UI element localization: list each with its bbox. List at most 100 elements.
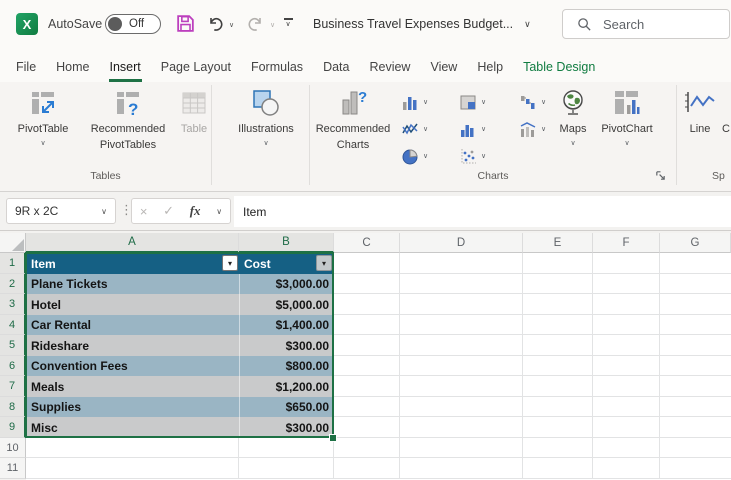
- pivotchart-button[interactable]: PivotChart ∨: [596, 86, 658, 147]
- histogram-chart-chevron-icon[interactable]: ∨: [481, 125, 486, 133]
- tab-home[interactable]: Home: [46, 48, 99, 82]
- insert-column-chart-button[interactable]: ∨: [402, 91, 428, 113]
- undo-dropdown-chevron-icon[interactable]: ∨: [229, 21, 234, 29]
- insert-waterfall-chart-button[interactable]: ∨: [520, 91, 546, 113]
- row-header-10[interactable]: 10: [0, 438, 26, 458]
- column-header-e[interactable]: E: [523, 233, 593, 253]
- scatter-chart-chevron-icon[interactable]: ∨: [481, 152, 486, 160]
- insert-pie-chart-button[interactable]: ∨: [402, 145, 428, 167]
- maps-button[interactable]: Maps ∨: [552, 86, 594, 147]
- cell-item[interactable]: Hotel: [26, 294, 239, 315]
- column-header-b[interactable]: B: [239, 233, 334, 253]
- insert-function-button[interactable]: fx: [190, 203, 201, 219]
- pivotchart-icon: [615, 91, 640, 114]
- cell-cost[interactable]: $650.00: [239, 397, 334, 417]
- cell-cost[interactable]: $800.00: [239, 356, 334, 376]
- autosave-toggle[interactable]: Off: [105, 14, 161, 34]
- column-header-d[interactable]: D: [400, 233, 523, 253]
- cell-item[interactable]: Rideshare: [26, 335, 239, 356]
- tab-help[interactable]: Help: [467, 48, 513, 82]
- insert-line-area-chart-button[interactable]: ∨: [402, 118, 428, 140]
- cell-item[interactable]: Plane Tickets: [26, 274, 239, 294]
- maps-dropdown-chevron-icon[interactable]: ∨: [570, 139, 575, 147]
- cell-cost[interactable]: $3,000.00: [239, 274, 334, 294]
- recommended-charts-button[interactable]: ? Recommended Charts: [314, 86, 392, 152]
- combo-chart-icon: [520, 121, 536, 137]
- column-header-g[interactable]: G: [660, 233, 731, 253]
- row-header-6[interactable]: 6: [0, 356, 26, 376]
- document-title[interactable]: Business Travel Expenses Budget... ∨: [313, 0, 531, 48]
- name-box-chevron-icon[interactable]: ∨: [101, 207, 107, 216]
- save-icon[interactable]: [175, 13, 196, 34]
- cell-cost[interactable]: $300.00: [239, 335, 334, 356]
- tab-insert[interactable]: Insert: [100, 48, 151, 82]
- sparkline-column-button-partial[interactable]: C: [722, 86, 731, 136]
- cell-item[interactable]: Convention Fees: [26, 356, 239, 376]
- formula-input[interactable]: Item: [234, 196, 731, 227]
- row-header-9[interactable]: 9: [0, 417, 26, 438]
- illustrations-dropdown-chevron-icon[interactable]: ∨: [263, 139, 268, 147]
- header-cell-item[interactable]: Item: [31, 253, 56, 274]
- row-header-5[interactable]: 5: [0, 335, 26, 356]
- waterfall-chart-chevron-icon[interactable]: ∨: [541, 98, 546, 106]
- insert-hierarchy-chart-button[interactable]: ∨: [460, 91, 486, 113]
- pie-chart-chevron-icon[interactable]: ∨: [423, 152, 428, 160]
- hierarchy-chart-chevron-icon[interactable]: ∨: [481, 98, 486, 106]
- cost-filter-button[interactable]: ▾: [316, 255, 332, 271]
- cell-cost[interactable]: $1,200.00: [239, 376, 334, 397]
- tab-view[interactable]: View: [420, 48, 467, 82]
- cancel-icon[interactable]: ×: [140, 204, 148, 219]
- select-all-button[interactable]: [0, 233, 26, 253]
- line-chart-chevron-icon[interactable]: ∨: [423, 125, 428, 133]
- document-title-text: Business Travel Expenses Budget...: [313, 17, 514, 31]
- cell-cost[interactable]: $300.00: [239, 417, 334, 438]
- cell-item[interactable]: Meals: [26, 376, 239, 397]
- autosave-state: Off: [129, 18, 145, 30]
- gridline: [522, 253, 523, 479]
- row-header-1[interactable]: 1: [0, 253, 26, 274]
- cell-cost[interactable]: $1,400.00: [239, 315, 334, 335]
- tab-formulas[interactable]: Formulas: [241, 48, 313, 82]
- cell-item[interactable]: Car Rental: [26, 315, 239, 335]
- tab-file[interactable]: File: [6, 48, 46, 82]
- tab-table-design[interactable]: Table Design: [513, 48, 605, 82]
- charts-dialog-launcher[interactable]: [653, 168, 667, 182]
- combo-chart-chevron-icon[interactable]: ∨: [541, 125, 546, 133]
- cell-item[interactable]: Misc: [26, 417, 239, 438]
- tab-data[interactable]: Data: [313, 48, 359, 82]
- insert-statistic-chart-button[interactable]: ∨: [460, 118, 486, 140]
- row-header-4[interactable]: 4: [0, 315, 26, 335]
- enter-icon[interactable]: ✓: [163, 203, 174, 219]
- item-filter-button[interactable]: ▾: [222, 255, 238, 271]
- name-box[interactable]: 9R x 2C ∨: [6, 198, 116, 224]
- pivottable-dropdown-chevron-icon[interactable]: ∨: [40, 139, 45, 147]
- row-header-2[interactable]: 2: [0, 274, 26, 294]
- column-chart-chevron-icon[interactable]: ∨: [423, 98, 428, 106]
- insert-scatter-chart-button[interactable]: ∨: [460, 145, 486, 167]
- illustrations-icon: [253, 90, 279, 116]
- formula-bar-chevron-icon[interactable]: ∨: [216, 207, 222, 216]
- recommended-pivottables-button[interactable]: ? Recommended PivotTables: [78, 86, 178, 152]
- column-header-a[interactable]: A: [26, 233, 239, 253]
- pivottable-button[interactable]: PivotTable ∨: [12, 86, 74, 147]
- search-box[interactable]: Search: [562, 9, 730, 39]
- cell-cost[interactable]: $5,000.00: [239, 294, 334, 315]
- row-header-7[interactable]: 7: [0, 376, 26, 397]
- header-cell-cost[interactable]: Cost: [244, 253, 271, 274]
- tab-page-layout[interactable]: Page Layout: [151, 48, 241, 82]
- fill-handle[interactable]: [329, 434, 337, 442]
- row-header-11[interactable]: 11: [0, 458, 26, 479]
- quick-access-overflow-icon[interactable]: ∨: [282, 18, 294, 28]
- insert-combo-chart-button[interactable]: ∨: [520, 118, 546, 140]
- column-header-c[interactable]: C: [334, 233, 400, 253]
- column-header-f[interactable]: F: [593, 233, 660, 253]
- pivotchart-dropdown-chevron-icon[interactable]: ∨: [624, 139, 629, 147]
- illustrations-button[interactable]: Illustrations ∨: [228, 86, 304, 147]
- excel-logo-icon[interactable]: X: [16, 13, 38, 35]
- tab-review[interactable]: Review: [359, 48, 420, 82]
- row-header-8[interactable]: 8: [0, 397, 26, 417]
- row-header-3[interactable]: 3: [0, 294, 26, 315]
- cell-item[interactable]: Supplies: [26, 397, 239, 417]
- undo-icon[interactable]: [206, 14, 224, 32]
- sparkline-line-button[interactable]: Line: [678, 86, 722, 136]
